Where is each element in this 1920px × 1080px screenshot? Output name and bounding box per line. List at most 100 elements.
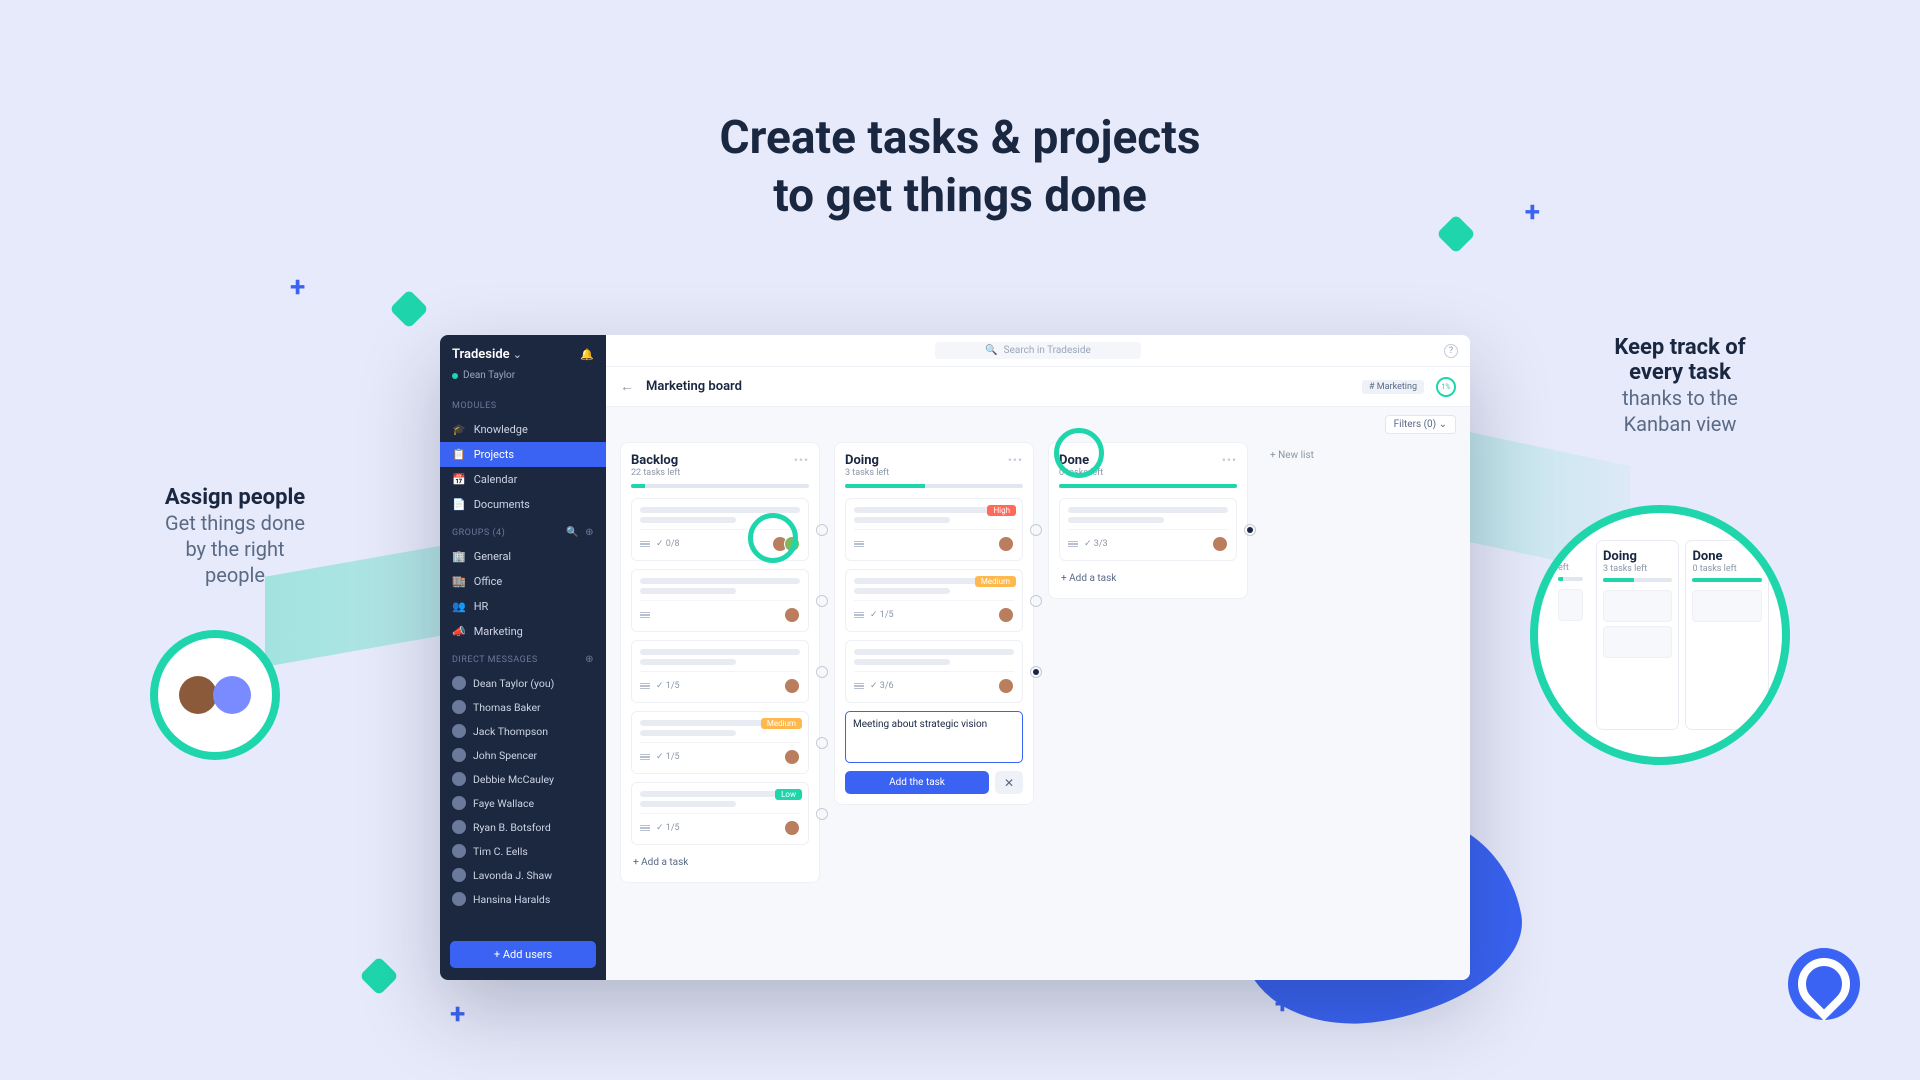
- sidebar-group-office[interactable]: 🏬Office: [440, 569, 606, 594]
- avatar: [452, 748, 466, 762]
- dm-item[interactable]: Dean Taylor (you): [440, 671, 606, 695]
- task-card[interactable]: Low✓ 1/5: [631, 782, 809, 845]
- task-card[interactable]: [631, 569, 809, 632]
- avatar: [452, 844, 466, 858]
- add-task-button[interactable]: + Add a task: [1059, 569, 1237, 588]
- group-icon: 🏬: [452, 575, 466, 588]
- new-list-button[interactable]: + New list: [1262, 442, 1322, 469]
- avatar: [452, 892, 466, 906]
- description-icon: [640, 754, 650, 761]
- back-button[interactable]: ←: [620, 378, 634, 395]
- search-icon: 🔍: [985, 345, 997, 356]
- select-radio[interactable]: [816, 595, 828, 607]
- callout-kanban: Keep track of every task thanks to the K…: [1570, 335, 1790, 437]
- task-card[interactable]: Medium✓ 1/5: [845, 569, 1023, 632]
- description-icon: [1068, 541, 1078, 548]
- select-radio[interactable]: [816, 666, 828, 678]
- avatar: [213, 676, 251, 714]
- avatar: [784, 820, 800, 836]
- dm-item[interactable]: John Spencer: [440, 743, 606, 767]
- select-radio[interactable]: [1244, 524, 1256, 536]
- dm-item[interactable]: Debbie McCauley: [440, 767, 606, 791]
- sidebar-module-knowledge[interactable]: 🎓Knowledge: [440, 417, 606, 442]
- dm-item[interactable]: Ryan B. Botsford: [440, 815, 606, 839]
- task-card[interactable]: ✓ 1/5: [631, 640, 809, 703]
- select-radio[interactable]: [816, 524, 828, 536]
- search-icon[interactable]: 🔍: [566, 527, 579, 538]
- select-radio[interactable]: [816, 737, 828, 749]
- zoom-col-done: Done 0 tasks left: [1686, 541, 1768, 729]
- sidebar-module-documents[interactable]: 📄Documents: [440, 492, 606, 517]
- avatar: [452, 772, 466, 786]
- list-title: Backlog: [631, 453, 680, 468]
- dm-item[interactable]: Jack Thompson: [440, 719, 606, 743]
- module-icon: 🎓: [452, 423, 466, 436]
- bell-icon[interactable]: 🔔: [580, 348, 594, 361]
- main-panel: 🔍 Search in Tradeside ? ← Marketing boar…: [606, 335, 1470, 980]
- add-users-button[interactable]: + Add users: [450, 941, 596, 968]
- cancel-button[interactable]: ✕: [995, 771, 1023, 794]
- select-radio[interactable]: [1030, 595, 1042, 607]
- assignee-zoom-bubble: [150, 630, 280, 760]
- description-icon: [854, 541, 864, 548]
- plus-decoration: +: [1525, 195, 1540, 228]
- select-radio[interactable]: [816, 808, 828, 820]
- avatar: [452, 868, 466, 882]
- more-icon[interactable]: •••: [1008, 453, 1023, 467]
- task-card[interactable]: High: [845, 498, 1023, 561]
- avatar: [998, 607, 1014, 623]
- page-title: Marketing board: [646, 379, 742, 394]
- sidebar-group-marketing[interactable]: 📣Marketing: [440, 619, 606, 644]
- sidebar-module-projects[interactable]: 📋Projects: [440, 442, 606, 467]
- list-title: Doing: [845, 453, 889, 468]
- dm-item[interactable]: Tim C. Eells: [440, 839, 606, 863]
- checklist-count: ✓ 1/5: [656, 823, 680, 833]
- avatar: [1212, 536, 1228, 552]
- dm-item[interactable]: Lavonda J. Shaw: [440, 863, 606, 887]
- plus-icon[interactable]: ⊕: [585, 527, 594, 538]
- plus-icon[interactable]: ⊕: [585, 654, 594, 665]
- checklist-count: ✓ 0/8: [656, 539, 680, 549]
- sidebar-group-hr[interactable]: 👥HR: [440, 594, 606, 619]
- highlight-ring-done: [1054, 428, 1104, 478]
- dm-item[interactable]: Thomas Baker: [440, 695, 606, 719]
- task-card[interactable]: Medium✓ 1/5: [631, 711, 809, 774]
- zoom-col-doing: Doing 3 tasks left: [1597, 541, 1679, 729]
- select-radio[interactable]: [1030, 666, 1042, 678]
- dm-item[interactable]: Faye Wallace: [440, 791, 606, 815]
- module-icon: 📋: [452, 448, 466, 461]
- current-user[interactable]: Dean Taylor: [440, 370, 606, 391]
- sidebar: Tradeside 🔔 Dean Taylor MODULES 🎓Knowled…: [440, 335, 606, 980]
- avatar: [452, 820, 466, 834]
- dm-header: DIRECT MESSAGES ⊕: [440, 644, 606, 671]
- more-icon[interactable]: •••: [794, 453, 809, 467]
- new-task-input[interactable]: Meeting about strategic vision: [845, 711, 1023, 763]
- add-the-task-button[interactable]: Add the task: [845, 771, 989, 794]
- list-backlog: Backlog 22 tasks left ••• ✓ 0/8✓ 1/5Medi…: [620, 442, 820, 883]
- add-task-button[interactable]: + Add a task: [631, 853, 809, 872]
- plus-decoration: +: [450, 997, 465, 1030]
- dm-item[interactable]: Hansina Haralds: [440, 887, 606, 911]
- task-card[interactable]: ✓ 3/6: [845, 640, 1023, 703]
- module-icon: 📅: [452, 473, 466, 486]
- group-icon: 👥: [452, 600, 466, 613]
- checklist-count: ✓ 1/5: [870, 610, 894, 620]
- brand-logo: [1788, 948, 1860, 1020]
- task-card[interactable]: ✓ 3/3: [1059, 498, 1237, 561]
- sidebar-module-calendar[interactable]: 📅Calendar: [440, 467, 606, 492]
- sidebar-group-general[interactable]: 🏢General: [440, 544, 606, 569]
- select-radio[interactable]: [1030, 524, 1042, 536]
- module-icon: 📄: [452, 498, 466, 511]
- more-icon[interactable]: •••: [1222, 453, 1237, 467]
- workspace-switcher[interactable]: Tradeside: [452, 347, 522, 362]
- avatar: [784, 607, 800, 623]
- online-dot-icon: [452, 373, 458, 379]
- checklist-count: ✓ 1/5: [656, 681, 680, 691]
- list-doing: Doing 3 tasks left ••• HighMedium✓ 1/5✓ …: [834, 442, 1034, 805]
- search-input[interactable]: 🔍 Search in Tradeside: [935, 342, 1141, 359]
- triangle-decoration: [359, 956, 399, 996]
- help-icon[interactable]: ?: [1444, 344, 1458, 358]
- board-tag[interactable]: # Marketing: [1362, 380, 1424, 394]
- description-icon: [640, 825, 650, 832]
- filters-button[interactable]: Filters (0) ⌄: [1385, 415, 1456, 434]
